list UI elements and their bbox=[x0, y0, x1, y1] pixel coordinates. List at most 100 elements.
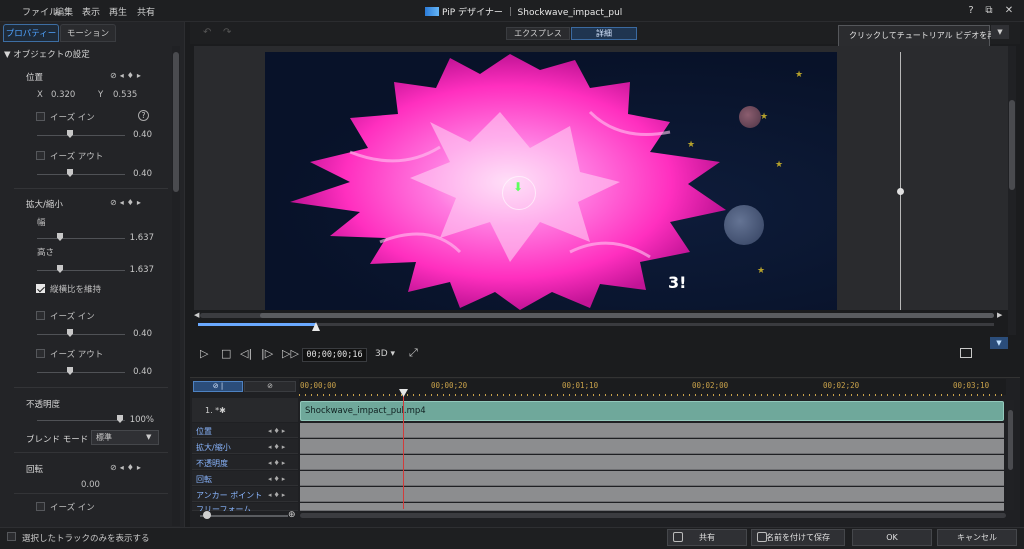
keyframe-row[interactable] bbox=[300, 471, 1004, 486]
rotation-ease-in-checkbox[interactable] bbox=[36, 502, 45, 511]
snapshot-icon[interactable] bbox=[960, 348, 972, 358]
height-slider[interactable] bbox=[37, 270, 125, 271]
close-icon[interactable]: ✕ bbox=[1002, 4, 1016, 18]
only-selected-track-checkbox[interactable] bbox=[7, 532, 16, 541]
ease-out-value: 0.40 bbox=[133, 169, 152, 179]
preview-vertical-scroll-thumb[interactable] bbox=[1009, 100, 1015, 190]
undo-icon[interactable]: ↶ bbox=[203, 27, 211, 38]
ease-in-slider[interactable] bbox=[37, 135, 125, 136]
blend-mode-label: ブレンド モード bbox=[26, 435, 89, 445]
chevron-down-icon[interactable]: ▼ bbox=[990, 337, 1008, 349]
timeline-mode-button-2[interactable]: ⊘ bbox=[244, 381, 296, 392]
height-value[interactable]: 1.637 bbox=[124, 265, 154, 275]
keyframe-nav-icons[interactable]: ◂♦▸ bbox=[268, 459, 287, 467]
ok-button[interactable]: OK bbox=[852, 529, 932, 546]
3d-mode-button[interactable]: 3D ▾ bbox=[375, 349, 395, 359]
preview-vertical-scrollbar[interactable] bbox=[1008, 46, 1016, 336]
keyframe-row-position[interactable]: 位置 bbox=[196, 426, 212, 437]
menu-file[interactable]: ファイル bbox=[22, 5, 58, 18]
keep-aspect-checkbox[interactable] bbox=[36, 284, 45, 293]
scroll-left-icon[interactable]: ◀ bbox=[194, 311, 199, 319]
menu-edit[interactable]: 編集 bbox=[55, 5, 73, 18]
fast-forward-icon[interactable]: ▷▷ bbox=[282, 347, 299, 360]
keyframe-nav-icons[interactable]: ◂♦▸ bbox=[268, 475, 287, 483]
keyframe-row-scale[interactable]: 拡大/縮小 bbox=[196, 442, 231, 453]
next-frame-icon[interactable]: |▷ bbox=[261, 347, 273, 360]
rotation-value[interactable]: 0.00 bbox=[81, 480, 100, 490]
keyframe-row[interactable] bbox=[300, 423, 1004, 438]
scale-ease-out-checkbox[interactable] bbox=[36, 349, 45, 358]
keyframe-row[interactable] bbox=[300, 503, 1004, 511]
tab-express[interactable]: エクスプレス bbox=[506, 27, 570, 40]
rotation-keyframe-controls[interactable]: ⊘◂♦▸ bbox=[110, 463, 144, 472]
vertical-guide-line[interactable] bbox=[900, 52, 901, 310]
timeline-zoom-thumb[interactable] bbox=[203, 511, 211, 519]
object-settings-header[interactable]: ▼ オブジェクトの設定 bbox=[4, 48, 90, 60]
save-as-button-label: 名前を付けて保存 bbox=[766, 533, 830, 542]
play-icon[interactable]: ▷ bbox=[200, 347, 208, 360]
fullscreen-icon[interactable]: ⤢ bbox=[409, 346, 418, 360]
width-slider[interactable] bbox=[37, 238, 125, 239]
position-keyframe-controls[interactable]: ⊘◂♦▸ bbox=[110, 71, 144, 80]
ease-out-slider[interactable] bbox=[37, 174, 125, 175]
tab-detail[interactable]: 詳細 bbox=[571, 27, 637, 40]
opacity-value[interactable]: 100% bbox=[126, 415, 154, 425]
tab-motion[interactable]: モーション bbox=[60, 24, 116, 42]
chevron-down-icon[interactable]: ▼ bbox=[146, 433, 151, 441]
tab-properties[interactable]: プロパティー bbox=[3, 24, 59, 42]
menu-play[interactable]: 再生 bbox=[109, 5, 127, 18]
width-label: 幅 bbox=[37, 218, 46, 228]
y-value[interactable]: 0.535 bbox=[113, 90, 137, 100]
keyframe-nav-icons[interactable]: ◂♦▸ bbox=[268, 491, 287, 499]
previous-frame-icon[interactable]: ◁| bbox=[240, 347, 252, 360]
properties-scroll-thumb[interactable] bbox=[173, 52, 179, 192]
keyframe-row-freeform[interactable]: フリーフォーム bbox=[196, 504, 251, 511]
timeline-zoom-slider[interactable] bbox=[200, 515, 288, 517]
x-value[interactable]: 0.320 bbox=[51, 90, 75, 100]
keyframe-row-anchor[interactable]: アンカー ポイント bbox=[196, 490, 262, 501]
scale-ease-in-checkbox[interactable] bbox=[36, 311, 45, 320]
rotation-label: 回転 bbox=[26, 465, 44, 475]
keyframe-nav-icons[interactable]: ◂♦▸ bbox=[268, 443, 287, 451]
share-icon bbox=[673, 532, 683, 542]
timeline-mode-button[interactable]: ⊘ | bbox=[193, 381, 243, 392]
preview-horizontal-scroll-thumb[interactable] bbox=[260, 313, 994, 318]
timeline-horizontal-scrollbar[interactable] bbox=[300, 513, 1006, 518]
guide-handle[interactable] bbox=[897, 188, 904, 195]
scale-ease-out-slider[interactable] bbox=[37, 372, 125, 373]
ease-out-label: イーズ アウト bbox=[50, 152, 104, 162]
scale-ease-in-slider[interactable] bbox=[37, 334, 125, 335]
help-icon[interactable]: ? bbox=[138, 110, 149, 121]
menu-view[interactable]: 表示 bbox=[82, 5, 100, 18]
keyframe-row[interactable] bbox=[300, 487, 1004, 502]
ease-in-checkbox[interactable] bbox=[36, 112, 45, 121]
menu-share[interactable]: 共有 bbox=[137, 5, 155, 18]
scale-keyframe-controls[interactable]: ⊘◂♦▸ bbox=[110, 198, 144, 207]
star-icon: ★ bbox=[795, 70, 804, 80]
help-icon[interactable]: ? bbox=[964, 4, 978, 18]
cancel-button[interactable]: キャンセル bbox=[937, 529, 1017, 546]
keyframe-row[interactable] bbox=[300, 455, 1004, 470]
keep-aspect-label: 縦横比を維持 bbox=[50, 285, 102, 295]
playhead-line[interactable] bbox=[403, 389, 404, 509]
pin-icon[interactable]: ⬇ bbox=[513, 180, 523, 194]
share-button-label: 共有 bbox=[699, 533, 715, 542]
width-value[interactable]: 1.637 bbox=[124, 233, 154, 243]
zoom-in-icon[interactable]: ⊕ bbox=[288, 510, 296, 520]
keyframe-row-opacity[interactable]: 不透明度 bbox=[196, 458, 228, 469]
keyframe-row-rotation[interactable]: 回転 bbox=[196, 474, 212, 485]
video-clip[interactable]: Shockwave_impact_pul.mp4 bbox=[300, 401, 1004, 421]
redo-icon[interactable]: ↷ bbox=[223, 27, 231, 38]
restore-icon[interactable]: ⧉ bbox=[982, 4, 996, 18]
playback-progress-fill bbox=[198, 323, 316, 326]
timeline-vertical-scroll-thumb[interactable] bbox=[1008, 410, 1013, 470]
chevron-down-icon[interactable]: ▼ bbox=[991, 25, 1009, 39]
tutorial-tooltip[interactable]: クリックしてチュートリアル ビデオを再生 bbox=[838, 25, 1003, 47]
keyframe-row[interactable] bbox=[300, 439, 1004, 454]
scroll-right-icon[interactable]: ▶ bbox=[997, 311, 1002, 319]
ease-out-checkbox[interactable] bbox=[36, 151, 45, 160]
timecode-display[interactable]: 00;00;00;16 bbox=[302, 348, 367, 362]
keyframe-nav-icons[interactable]: ◂♦▸ bbox=[268, 427, 287, 435]
stop-icon[interactable]: □ bbox=[221, 347, 231, 360]
opacity-slider[interactable] bbox=[37, 420, 125, 421]
